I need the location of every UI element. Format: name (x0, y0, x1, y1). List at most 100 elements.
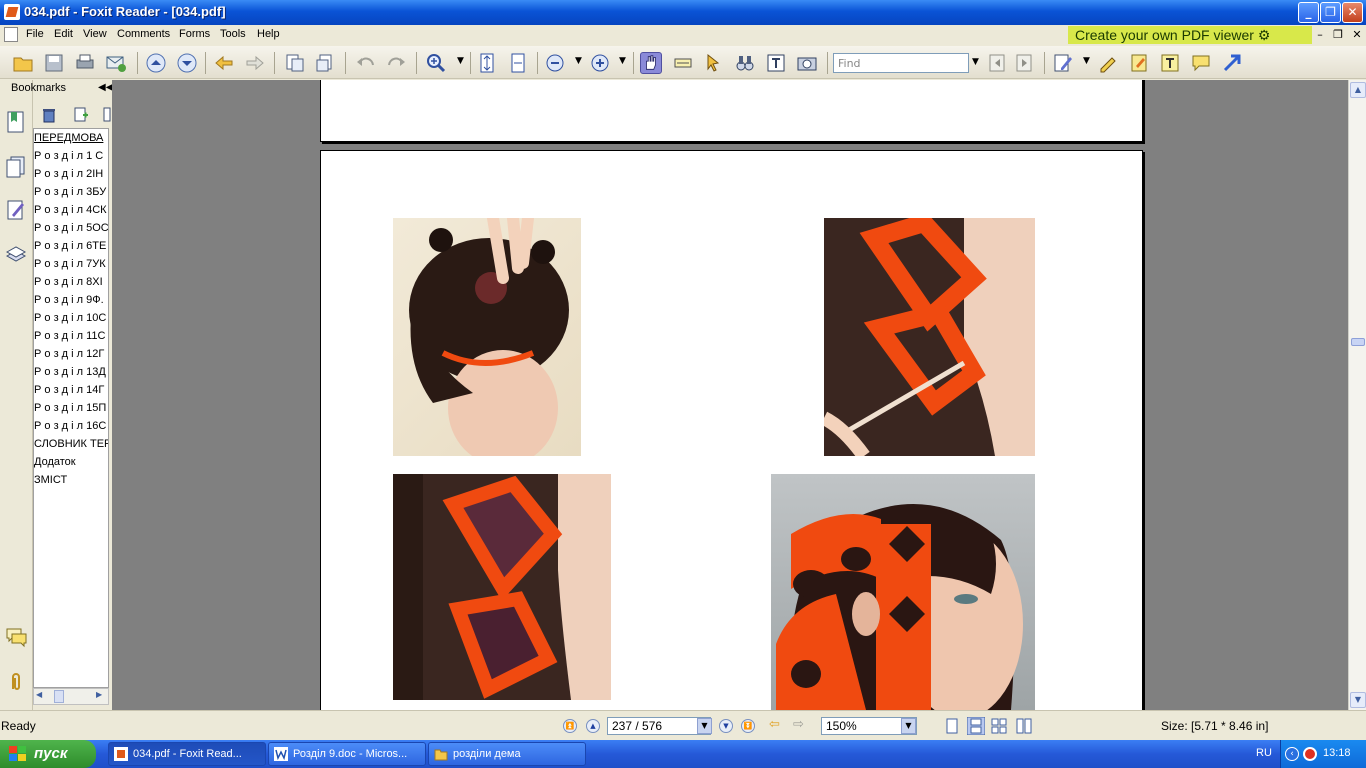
arrow-tool-icon[interactable] (1221, 52, 1243, 74)
menu-tools[interactable]: Tools (220, 28, 246, 40)
bookmark-item[interactable]: Р о з д і л 10С (34, 309, 108, 327)
delete-bookmark-icon[interactable] (41, 107, 57, 123)
task-folder[interactable]: розділи дема (428, 742, 586, 766)
doc-restore-icon[interactable]: ❐ (1331, 28, 1345, 41)
bookmark-item[interactable]: Р о з д і л 3БУ (34, 183, 108, 201)
bookmark-item[interactable]: СЛОВНИК ТЕР (34, 435, 108, 453)
menu-view[interactable]: View (83, 28, 107, 40)
bookmark-item[interactable]: Р о з д і л 2ІН (34, 165, 108, 183)
document-view[interactable] (112, 80, 1348, 710)
text-select-icon[interactable] (672, 52, 694, 74)
bookmark-item[interactable]: Р о з д і л 7УК (34, 255, 108, 273)
bookmark-properties-icon[interactable] (103, 106, 111, 122)
scroll-up-icon[interactable]: ▲ (1350, 82, 1366, 98)
typewriter-icon[interactable] (765, 52, 787, 74)
bookmarks-horizontal-scrollbar[interactable]: ◀ ▶ (33, 688, 109, 705)
back-view-icon[interactable]: ⇦ (769, 717, 780, 732)
email-icon[interactable] (105, 52, 127, 74)
bookmark-item[interactable]: Р о з д і л 13Д (34, 363, 108, 381)
zoom-level-dropdown-icon[interactable]: ▼ (901, 718, 916, 734)
next-page-icon[interactable] (176, 52, 198, 74)
snapshot-camera-icon[interactable] (796, 52, 818, 74)
insert-pages-icon[interactable] (314, 52, 336, 74)
task-foxit[interactable]: 034.pdf - Foxit Read... (108, 742, 266, 766)
task-word[interactable]: Розділ 9.doc - Micros... (268, 742, 426, 766)
bookmark-item[interactable]: ЗМІСТ (34, 471, 108, 489)
single-page-icon[interactable] (944, 718, 960, 734)
open-folder-icon[interactable] (12, 52, 34, 74)
start-button[interactable]: пуск (0, 740, 96, 768)
bookmark-item[interactable]: Р о з д і л 5ОС (34, 219, 108, 237)
find-next-icon[interactable] (1014, 52, 1036, 74)
foxit-app-icon[interactable] (4, 4, 20, 20)
page-dropdown-icon[interactable]: ▼ (697, 718, 712, 734)
bookmark-item[interactable]: Р о з д і л 1 С (34, 147, 108, 165)
menu-forms[interactable]: Forms (179, 28, 210, 40)
first-page-icon[interactable]: ⏫ (563, 719, 577, 733)
continuous-facing-icon[interactable] (1016, 718, 1032, 734)
note-pad-icon[interactable] (1128, 52, 1150, 74)
scroll-left-icon[interactable]: ◀ (36, 690, 42, 699)
facing-pages-icon[interactable] (991, 718, 1007, 734)
document-icon[interactable] (4, 27, 18, 42)
scroll-down-icon[interactable]: ▼ (1350, 692, 1366, 708)
fit-page-icon[interactable] (476, 52, 498, 74)
bookmark-item[interactable]: Р о з д і л 15П (34, 399, 108, 417)
find-input[interactable]: Find (833, 53, 969, 73)
menu-comments[interactable]: Comments (117, 28, 170, 40)
find-dropdown-icon[interactable]: ▼ (972, 57, 979, 67)
save-icon[interactable] (43, 52, 65, 74)
bookmark-item[interactable]: Р о з д і л 12Г (34, 345, 108, 363)
find-previous-icon[interactable] (987, 52, 1009, 74)
forward-view-icon[interactable]: ⇨ (793, 717, 804, 732)
last-page-icon[interactable]: ⏬ (741, 719, 755, 733)
page-number-input[interactable]: 237 / 576 (607, 717, 711, 735)
redo-icon[interactable] (385, 52, 407, 74)
select-arrow-icon[interactable] (703, 52, 725, 74)
zoom-out-dropdown-icon[interactable]: ▼ (575, 56, 582, 66)
bookmark-item[interactable]: Додаток (34, 453, 108, 471)
back-arrow-icon[interactable] (213, 52, 235, 74)
hand-tool-button[interactable] (640, 52, 662, 74)
bookmark-item[interactable]: Р о з д і л 9Ф. (34, 291, 108, 309)
prev-page-icon[interactable]: ▲ (586, 719, 600, 733)
extract-pages-icon[interactable] (284, 52, 306, 74)
scroll-thumb[interactable] (54, 690, 64, 703)
next-page-nav-icon[interactable]: ▼ (719, 719, 733, 733)
doc-minimize-icon[interactable]: – (1313, 28, 1327, 41)
menu-file[interactable]: File (26, 28, 44, 40)
zoom-in-icon[interactable] (425, 52, 447, 74)
add-bookmark-icon[interactable] (73, 106, 89, 122)
pencil-highlight-icon[interactable] (1097, 52, 1119, 74)
comment-dropdown-icon[interactable]: ▼ (1083, 56, 1090, 66)
ad-banner[interactable]: Create your own PDF viewer ⚙ (1068, 26, 1312, 44)
menu-edit[interactable]: Edit (54, 28, 73, 40)
close-button[interactable]: ✕ (1342, 2, 1363, 23)
scroll-thumb[interactable] (1351, 338, 1365, 346)
continuous-page-icon[interactable] (967, 717, 985, 735)
tray-expand-icon[interactable]: ‹ (1285, 747, 1299, 761)
zoom-in-circle-icon[interactable] (589, 52, 611, 74)
bookmark-item[interactable]: Р о з д і л 14Г (34, 381, 108, 399)
print-icon[interactable] (74, 52, 96, 74)
fit-width-icon[interactable] (507, 52, 529, 74)
binoculars-icon[interactable] (734, 52, 756, 74)
doc-close-icon[interactable]: ✕ (1350, 28, 1364, 41)
zoom-out-circle-icon[interactable] (544, 52, 566, 74)
bookmark-item[interactable]: Р о з д і л 4СК (34, 201, 108, 219)
bookmark-item[interactable]: Р о з д і л 8ХІ (34, 273, 108, 291)
bookmark-item[interactable]: Р о з д і л 11С (34, 327, 108, 345)
bookmark-item[interactable]: Р о з д і л 16С (34, 417, 108, 435)
language-indicator[interactable]: RU (1256, 747, 1272, 759)
comment-tool-icon[interactable] (1052, 52, 1074, 74)
opera-tray-icon[interactable] (1303, 747, 1317, 761)
document-vertical-scrollbar[interactable]: ▲ ▼ (1348, 80, 1366, 710)
maximize-button[interactable]: ❐ (1320, 2, 1341, 23)
text-box-icon[interactable] (1159, 52, 1181, 74)
zoom-in-dropdown-icon[interactable]: ▼ (619, 56, 626, 66)
bookmark-item[interactable]: Р о з д і л 6ТЕ (34, 237, 108, 255)
undo-icon[interactable] (355, 52, 377, 74)
minimize-button[interactable]: _ (1298, 2, 1319, 23)
scroll-right-icon[interactable]: ▶ (96, 690, 102, 699)
previous-page-icon[interactable] (145, 52, 167, 74)
